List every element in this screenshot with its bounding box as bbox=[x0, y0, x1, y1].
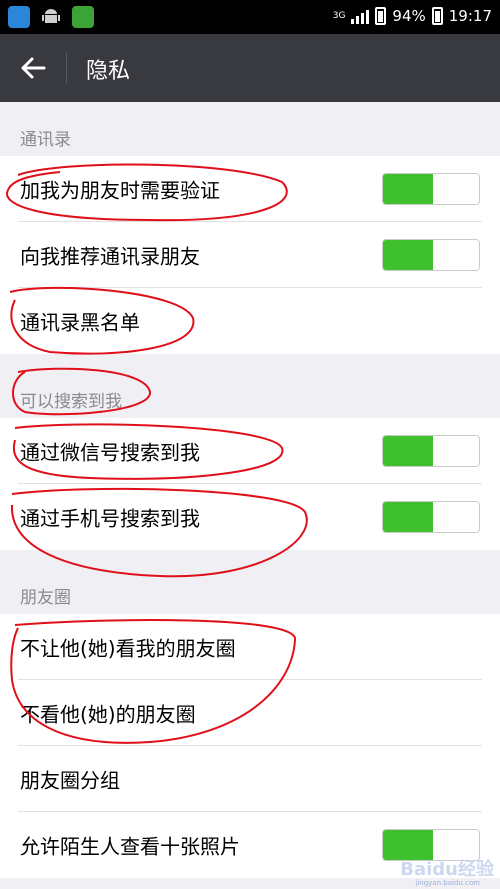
row-label: 通讯录黑名单 bbox=[20, 310, 140, 335]
clock: 19:17 bbox=[448, 7, 492, 25]
row-search-by-phone[interactable]: 通过手机号搜索到我 bbox=[0, 484, 500, 550]
row-hide-their-moments[interactable]: 不看他(她)的朋友圈 bbox=[0, 680, 500, 746]
row-label: 通过微信号搜索到我 bbox=[20, 440, 200, 465]
title-bar: 隐私 bbox=[0, 34, 500, 102]
search-by-wechat-id-toggle[interactable] bbox=[382, 435, 480, 467]
section-header-contacts: 通讯录 bbox=[20, 130, 71, 150]
verification-toggle[interactable] bbox=[382, 173, 480, 205]
section-header-searchable: 可以搜索到我 bbox=[20, 392, 122, 412]
signal-icon bbox=[351, 8, 370, 24]
row-label: 不看他(她)的朋友圈 bbox=[20, 702, 196, 727]
baidu-watermark: Baidu经验 bbox=[400, 859, 494, 880]
search-by-phone-toggle[interactable] bbox=[382, 501, 480, 533]
row-label: 不让他(她)看我的朋友圈 bbox=[20, 636, 236, 661]
page-title: 隐私 bbox=[86, 59, 131, 84]
network-type: 3G bbox=[332, 11, 346, 21]
title-divider bbox=[66, 52, 67, 84]
app-icon bbox=[8, 6, 30, 28]
status-bar: 3G 94% 19:17 bbox=[0, 0, 500, 34]
row-recommend-contacts[interactable]: 向我推荐通讯录朋友 bbox=[0, 222, 500, 288]
section-header-moments: 朋友圈 bbox=[20, 588, 71, 608]
battery-level: 94% bbox=[392, 7, 426, 25]
row-moments-groups[interactable]: 朋友圈分组 bbox=[0, 746, 500, 812]
row-label: 加我为朋友时需要验证 bbox=[20, 178, 220, 203]
battery-charge-icon bbox=[431, 7, 443, 25]
row-search-by-wechat-id[interactable]: 通过微信号搜索到我 bbox=[0, 418, 500, 484]
recommend-contacts-toggle[interactable] bbox=[382, 239, 480, 271]
android-icon bbox=[40, 6, 62, 28]
row-hide-my-moments[interactable]: 不让他(她)看我的朋友圈 bbox=[0, 614, 500, 680]
row-label: 朋友圈分组 bbox=[20, 768, 120, 793]
battery-icon bbox=[375, 7, 387, 25]
row-require-verification[interactable]: 加我为朋友时需要验证 bbox=[0, 156, 500, 222]
row-contacts-blacklist[interactable]: 通讯录黑名单 bbox=[0, 288, 500, 354]
row-label: 通过手机号搜索到我 bbox=[20, 506, 200, 531]
row-label: 允许陌生人查看十张照片 bbox=[20, 834, 240, 859]
security-shield-icon bbox=[72, 6, 94, 28]
arrow-left-icon[interactable] bbox=[20, 56, 46, 80]
row-label: 向我推荐通讯录朋友 bbox=[20, 244, 200, 269]
baidu-watermark-url: jingyan.baidu.com bbox=[415, 879, 480, 887]
